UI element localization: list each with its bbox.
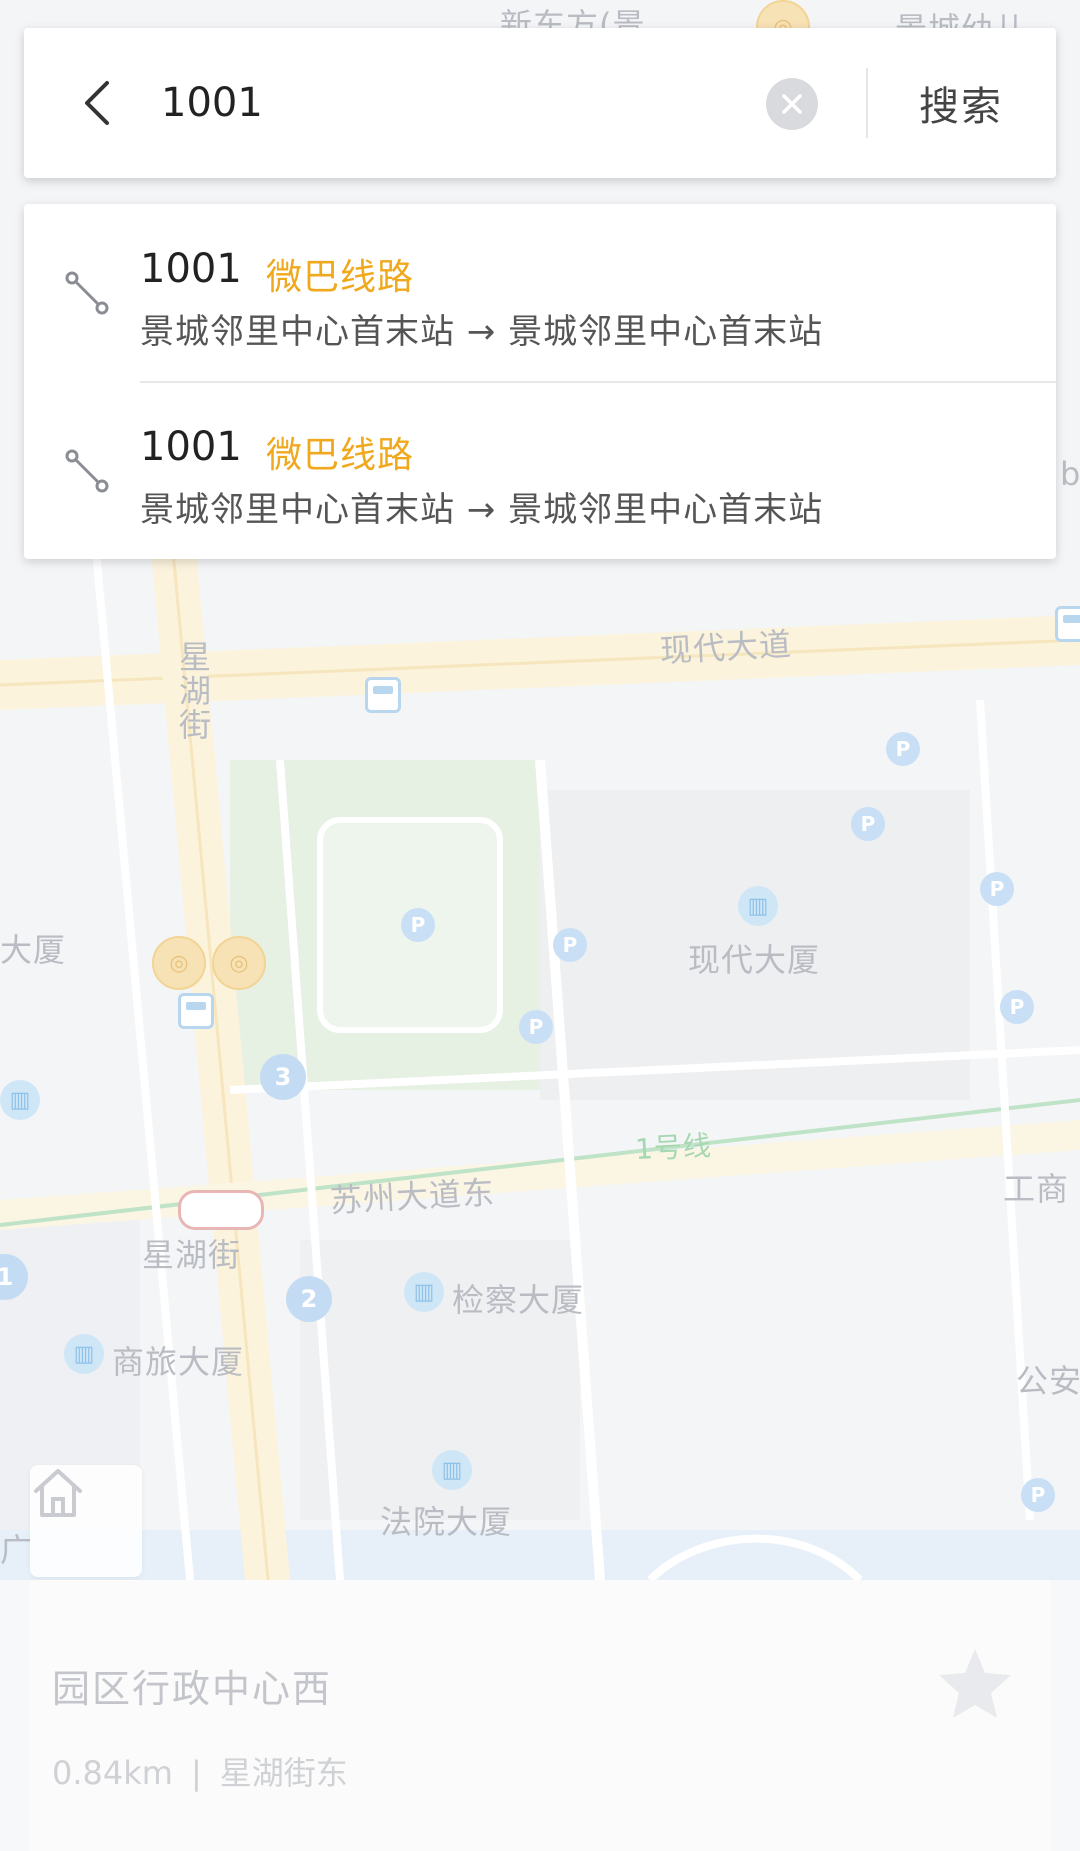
building-icon[interactable]: ▥ — [64, 1334, 104, 1374]
meta-separator: | — [190, 1754, 202, 1792]
map-label-icbc: 工商 — [1003, 1170, 1070, 1208]
metro-exit-3-icon[interactable]: 3 — [260, 1054, 306, 1100]
chevron-left-icon — [85, 81, 109, 125]
map-label-public-security: 公安 — [1016, 1362, 1080, 1400]
result-line-name: 1001 — [140, 246, 242, 292]
map-label-right-edge: b — [1060, 455, 1080, 493]
search-button[interactable]: 搜索 — [886, 68, 1036, 138]
bus-station-icon[interactable]: ◎ — [212, 936, 266, 990]
result-item[interactable]: 1001 微巴线路 景城邻里中心首末站 → 景城邻里中心首末站 — [24, 204, 1056, 383]
map-label-suzhou-avenue: 苏州大道东 — [329, 1173, 496, 1220]
parking-icon[interactable]: P — [980, 872, 1014, 906]
metro-station-icon[interactable] — [178, 1190, 264, 1230]
map-label-xinghu-street: 星湖街 — [174, 640, 212, 742]
result-line-route: 景城邻里中心首末站 → 景城邻里中心首末站 — [140, 312, 824, 352]
route-icon — [65, 271, 109, 315]
clear-button[interactable] — [766, 78, 818, 130]
result-line-tag: 微巴线路 — [266, 257, 415, 298]
parking-icon[interactable]: P — [553, 928, 587, 962]
building-icon[interactable]: ▥ — [432, 1450, 472, 1490]
bus-stop-icon[interactable] — [365, 677, 401, 713]
map-label-business-travel: 商旅大厦 — [112, 1343, 245, 1381]
result-item[interactable]: 1001 微巴线路 景城邻里中心首末站 → 景城邻里中心首末站 — [24, 382, 1056, 560]
metro-exit-2-icon[interactable]: 2 — [286, 1276, 332, 1322]
screen: 新东方(景 景城幼儿 现代大道 星湖街 大厦 现代大厦 1号线 苏州大道东 工商… — [0, 0, 1080, 1851]
favorite-button[interactable] — [930, 1638, 1020, 1728]
map-label-modern-building: 现代大厦 — [688, 941, 821, 979]
building-icon[interactable]: ▥ — [404, 1272, 444, 1312]
clear-circle-icon — [782, 94, 802, 114]
parking-icon[interactable]: P — [1000, 990, 1034, 1024]
bus-station-icon[interactable]: ◎ — [152, 936, 206, 990]
parking-icon[interactable]: P — [851, 807, 885, 841]
parking-icon[interactable]: P — [519, 1010, 553, 1044]
map-label-court: 法院大厦 — [380, 1503, 513, 1541]
place-info-panel[interactable]: 园区行政中心西 0.84km | 星湖街东 — [30, 1580, 1050, 1851]
map-label-left-edge: 广 — [0, 1531, 34, 1569]
bus-stop-icon[interactable] — [1055, 606, 1080, 642]
place-title: 园区行政中心西 — [52, 1667, 333, 1711]
parking-icon[interactable]: P — [886, 732, 920, 766]
map-label-modern-avenue: 现代大道 — [659, 625, 793, 670]
road-suzhou-avenue — [0, 1120, 1080, 1230]
result-line-route: 景城邻里中心首末站 → 景城邻里中心首末站 — [140, 490, 824, 530]
search-input[interactable] — [139, 68, 781, 138]
building-icon[interactable]: ▥ — [0, 1080, 40, 1120]
map-label-xinghu-station: 星湖街 — [142, 1236, 242, 1274]
building-icon[interactable]: ▥ — [738, 886, 778, 926]
star-icon — [939, 1649, 1011, 1718]
metro-line-1 — [0, 1098, 1080, 1227]
river — [0, 1530, 1080, 1580]
place-distance: 0.84km — [52, 1754, 173, 1792]
parking-icon[interactable]: P — [401, 908, 435, 942]
back-button[interactable] — [64, 68, 134, 138]
search-bar: 搜索 — [24, 28, 1056, 178]
map-label-procuratorate: 检察大厦 — [452, 1281, 585, 1319]
search-divider — [866, 68, 868, 138]
place-street: 星湖街东 — [219, 1754, 348, 1792]
map-label-left-building: 大厦 — [0, 931, 67, 969]
place-meta: 0.84km | 星湖街东 — [52, 1748, 348, 1794]
home-icon — [34, 1469, 82, 1517]
home-button[interactable] — [30, 1465, 142, 1577]
parking-icon[interactable]: P — [1021, 1478, 1055, 1512]
result-line-name: 1001 — [140, 424, 242, 470]
route-icon — [65, 449, 109, 493]
map-label-metro-line: 1号线 — [634, 1128, 713, 1166]
bus-stop-icon[interactable] — [178, 993, 214, 1029]
search-results-list: 1001 微巴线路 景城邻里中心首末站 → 景城邻里中心首末站 1001 微巴线… — [24, 204, 1056, 559]
result-line-tag: 微巴线路 — [266, 435, 415, 476]
